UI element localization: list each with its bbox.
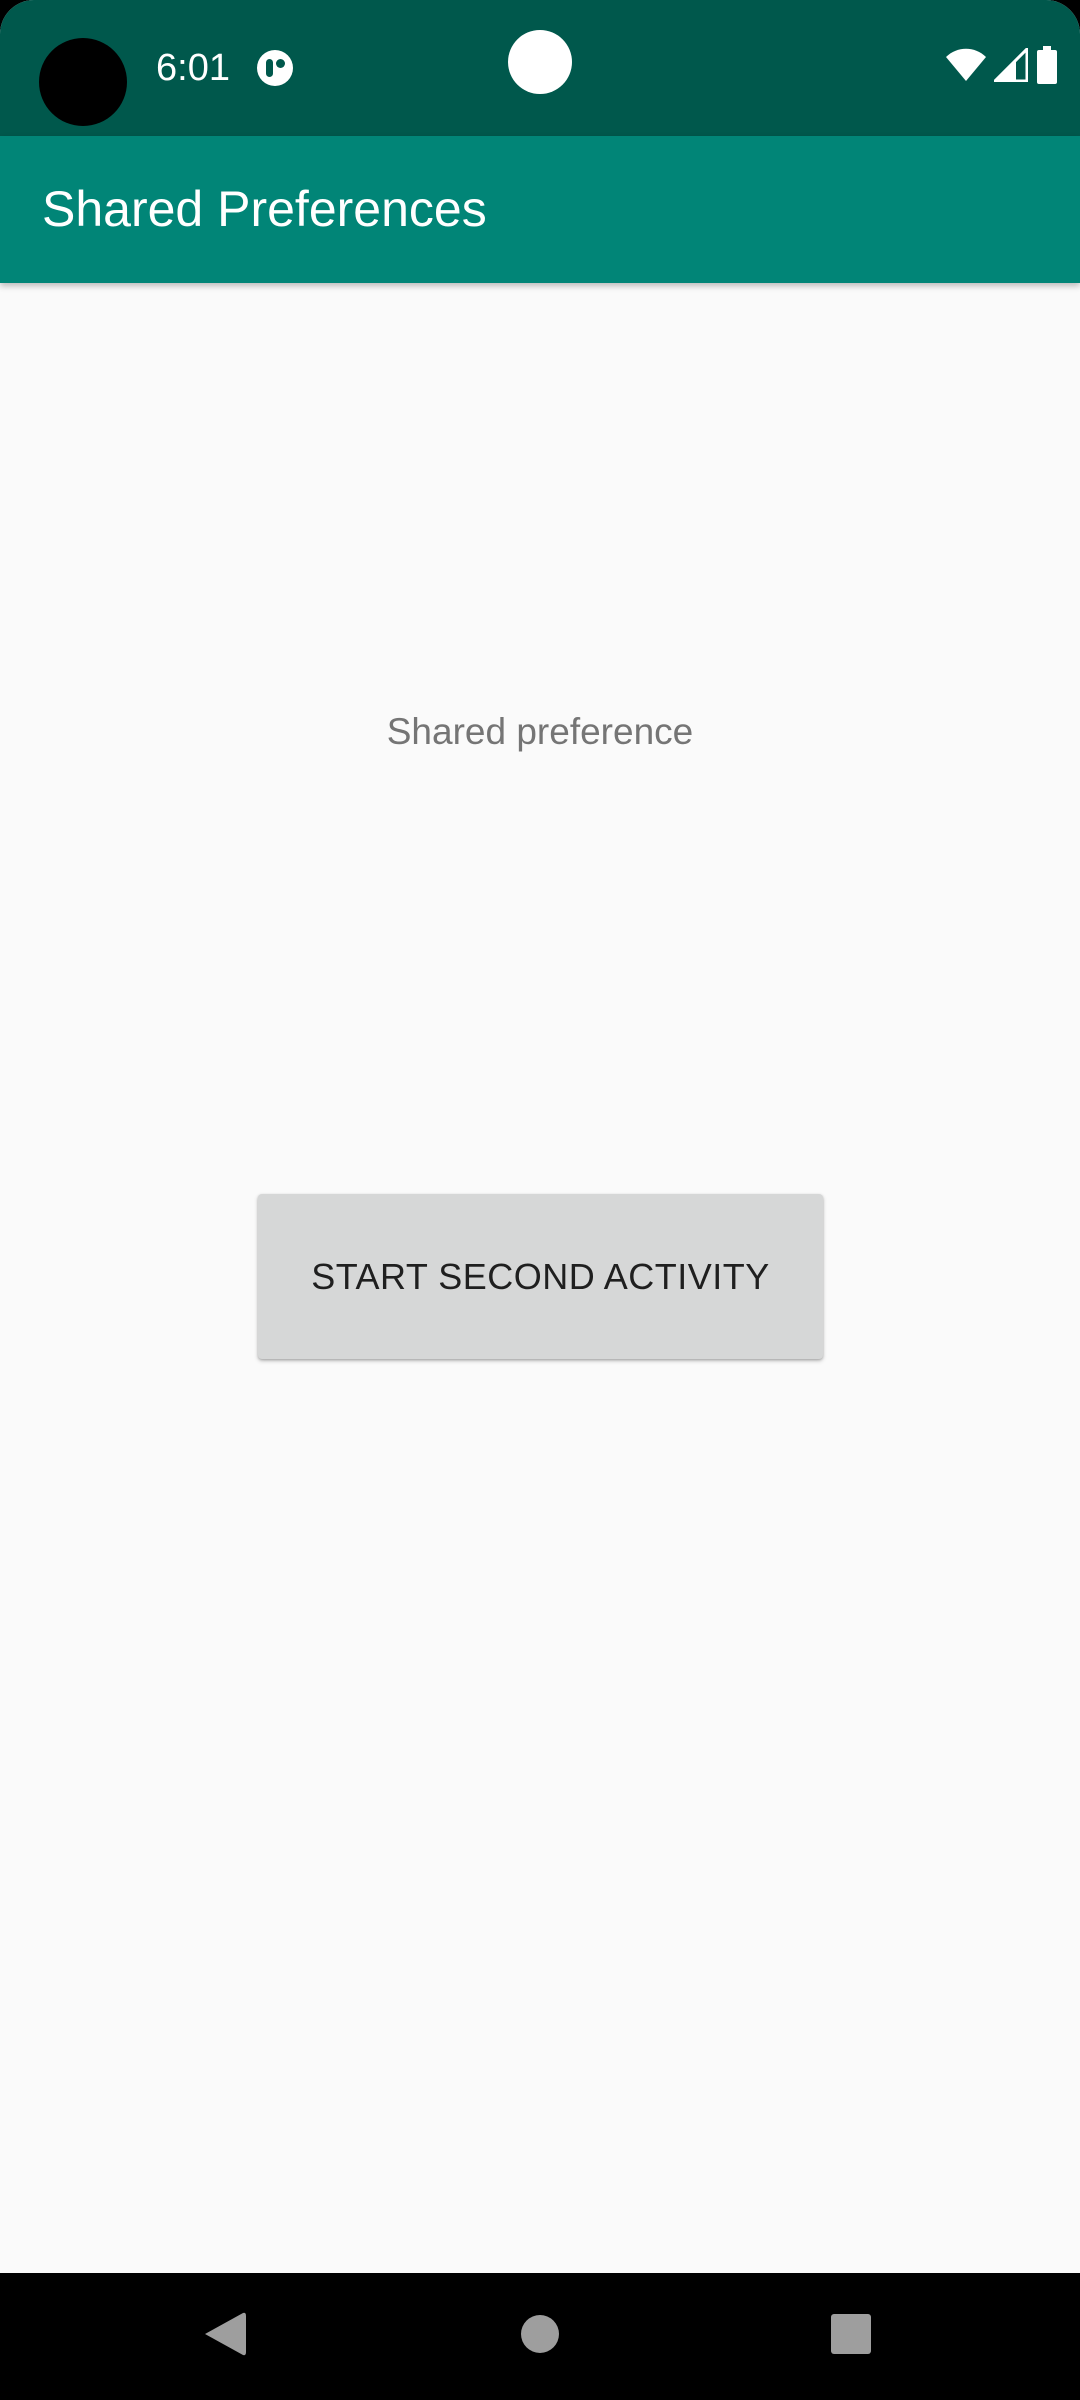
- shared-preference-label: Shared preference: [386, 711, 694, 752]
- app-bar: Shared Preferences: [0, 136, 1080, 283]
- front-camera-cutout: [39, 38, 127, 126]
- main-content: Shared preference START SECOND ACTIVITY: [0, 283, 1080, 2273]
- start-second-activity-button[interactable]: START SECOND ACTIVITY: [258, 1194, 823, 1359]
- data-saver-icon: [256, 49, 294, 87]
- wifi-icon: [946, 48, 986, 87]
- home-button[interactable]: [470, 2273, 610, 2400]
- recents-button[interactable]: [781, 2273, 921, 2400]
- app-title: Shared Preferences: [42, 181, 487, 237]
- recents-icon: [830, 2313, 872, 2360]
- status-bar: 6:01: [0, 0, 1080, 136]
- status-center-dot: [508, 30, 572, 94]
- back-icon: [203, 2310, 247, 2363]
- cellular-signal-icon: [991, 44, 1029, 87]
- app-screen: 6:01 Shared Preferences Shared preferenc…: [0, 0, 1080, 2400]
- home-icon: [520, 2314, 560, 2359]
- battery-icon: [1036, 45, 1058, 89]
- status-icons: [946, 44, 1058, 89]
- status-time: 6:01: [156, 47, 230, 89]
- navigation-bar: [0, 2273, 1080, 2400]
- back-button[interactable]: [155, 2273, 295, 2400]
